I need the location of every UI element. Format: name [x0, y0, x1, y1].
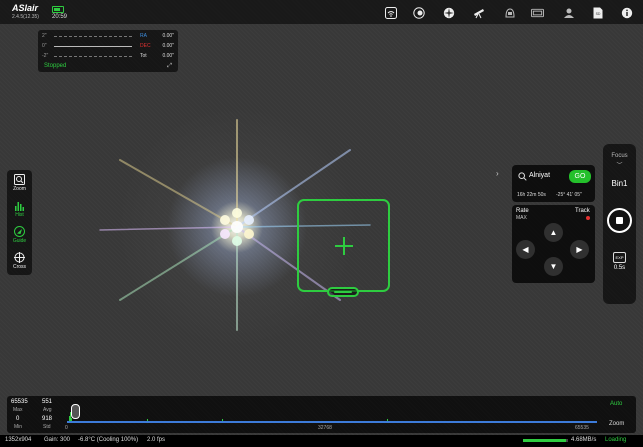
hist-zoom-button[interactable]: Zoom	[609, 421, 624, 427]
goto-target-panel: Alniyat GO 16h 22m 50s -25° 41' 05"	[512, 165, 595, 202]
mount-icon[interactable]	[503, 6, 516, 19]
app-logo: ASIair	[12, 3, 39, 13]
capture-panel: Focus ﹀ Bin1 EXP 0.5s	[603, 144, 636, 304]
dec-value: 0.00"	[162, 43, 174, 49]
download-progress-bar	[523, 439, 568, 442]
top-bar: ASIair 2.4.5(12.35) 20:59 SD	[0, 0, 643, 24]
chevron-down-icon[interactable]: ﹀	[603, 160, 636, 169]
hist-scale-end: 65535	[575, 425, 589, 431]
hist-std-value: 918	[42, 416, 53, 422]
loading-status: Loading	[605, 437, 627, 443]
guide-status: Stopped	[44, 63, 67, 69]
track-label[interactable]: Track	[575, 208, 590, 214]
histogram-icon	[14, 200, 25, 211]
guide-scope-icon[interactable]	[442, 6, 455, 19]
zoom-tool[interactable]: Zoom	[7, 174, 32, 192]
goto-button[interactable]: GO	[569, 170, 591, 183]
transfer-rate-readout: 4.68MB/s	[571, 437, 597, 443]
crosshair-icon	[14, 252, 25, 263]
tot-label: Tot	[140, 53, 147, 59]
status-bar: 1352x904 Gain: 300 -6.8°C (Cooling 100%)…	[0, 435, 643, 447]
exposure-value[interactable]: 0.5s	[603, 265, 636, 271]
guide-graph-panel[interactable]: 2" RA 0.00" 0" DEC 0.00" -2" Tot 0.00" S…	[38, 30, 178, 72]
roi-drag-handle[interactable]	[327, 287, 359, 297]
guide-graph-row-tot: -2" Tot 0.00"	[42, 53, 174, 59]
info-icon[interactable]	[620, 6, 633, 19]
camera-icon[interactable]	[412, 6, 425, 19]
histogram-stretch-slider[interactable]	[71, 404, 80, 419]
ra-value: 0.00"	[162, 33, 174, 39]
focus-label[interactable]: Focus	[603, 153, 636, 159]
collapse-panel-chevron-icon[interactable]: ›	[496, 169, 499, 178]
hist-scale-mid: 32768	[318, 425, 332, 431]
hist-std-label: Std	[43, 424, 51, 430]
left-toolbar: Zoom Hist Guide Cross	[7, 170, 32, 275]
hist-avg-value: 551	[42, 399, 53, 405]
resolution-readout: 1352x904	[5, 437, 32, 443]
exposure-icon[interactable]: EXP	[613, 252, 626, 263]
app-version: 2.4.5(12.35)	[12, 14, 39, 20]
slew-south-button[interactable]: ▼	[544, 257, 563, 276]
focuser-icon[interactable]	[562, 6, 575, 19]
auto-stretch-button[interactable]: Auto	[610, 401, 622, 407]
battery-icon	[52, 6, 64, 13]
tot-value: 0.00"	[162, 53, 174, 59]
hist-max-label: Max	[13, 407, 23, 413]
fps-readout: 2.0 fps	[147, 437, 166, 443]
mount-control-panel: Rate MAX Track ▲ ◀ ▶ ▼	[512, 205, 595, 283]
roi-crosshair-vertical	[343, 237, 345, 255]
hist-min-value: 0	[16, 416, 20, 422]
tracking-status-dot	[586, 216, 590, 220]
target-name[interactable]: Alniyat	[529, 172, 550, 179]
rate-value[interactable]: MAX	[516, 215, 527, 221]
guide-icon	[14, 226, 25, 237]
slew-west-button[interactable]: ◀	[516, 240, 535, 259]
slew-north-button[interactable]: ▲	[544, 223, 563, 242]
hist-min-label: Min	[14, 424, 23, 430]
target-ra: 16h 22m 50s	[517, 192, 546, 198]
guide-graph-row-ra: 2" RA 0.00"	[42, 33, 174, 39]
histogram-panel: 65535 Max 551 Avg 0 Min 918 Std 0 32768 …	[7, 396, 636, 433]
capture-stop-button[interactable]	[607, 208, 632, 233]
bin-selector[interactable]: Bin1	[603, 179, 636, 188]
svg-text:SD: SD	[595, 12, 600, 16]
hist-max-value: 65535	[11, 399, 28, 405]
hist-scale-start: 0	[65, 425, 68, 431]
search-icon[interactable]	[518, 172, 527, 183]
temperature-readout: -6.8°C (Cooling 100%)	[78, 437, 139, 443]
guide-graph-row-dec: 0" DEC 0.00"	[42, 43, 174, 49]
target-dec: -25° 41' 05"	[556, 192, 582, 198]
hist-tool[interactable]: Hist	[7, 200, 32, 218]
storage-icon[interactable]: SD	[591, 6, 604, 19]
gain-readout: Gain: 300	[44, 437, 71, 443]
filter-wheel-icon[interactable]	[531, 6, 544, 19]
slew-east-button[interactable]: ▶	[570, 240, 589, 259]
telescope-icon[interactable]	[472, 6, 485, 19]
ra-label: RA	[140, 33, 147, 39]
zoom-icon	[14, 174, 25, 185]
rate-label[interactable]: Rate	[516, 208, 529, 214]
histogram-track	[67, 421, 597, 423]
cross-tool[interactable]: Cross	[7, 252, 32, 270]
guide-tool[interactable]: Guide	[7, 226, 32, 244]
expand-icon[interactable]: ⤢	[167, 63, 172, 70]
wifi-icon[interactable]	[384, 6, 397, 19]
clock: 20:59	[52, 14, 68, 20]
dec-label: DEC	[140, 43, 151, 49]
hist-avg-label: Avg	[43, 407, 52, 413]
